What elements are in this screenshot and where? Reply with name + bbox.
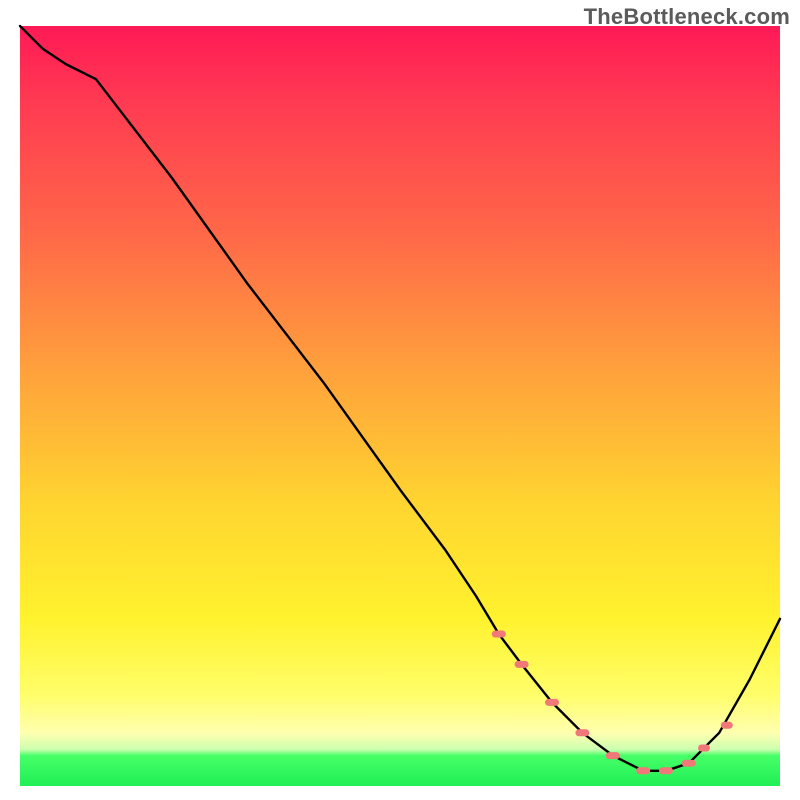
plot-area	[20, 26, 780, 786]
valley-marker	[682, 760, 696, 767]
valley-marker	[515, 661, 529, 668]
valley-marker	[721, 722, 733, 729]
valley-markers	[492, 631, 733, 775]
valley-marker	[545, 699, 559, 706]
valley-marker	[659, 767, 673, 774]
valley-marker	[698, 745, 710, 752]
valley-marker	[575, 729, 589, 736]
valley-marker	[636, 767, 650, 774]
curve-line	[20, 26, 780, 771]
chart-frame: TheBottleneck.com	[0, 0, 800, 800]
valley-marker	[606, 752, 620, 759]
curve-plot	[20, 26, 780, 786]
curve-line-group	[20, 26, 780, 771]
valley-marker	[492, 631, 506, 638]
